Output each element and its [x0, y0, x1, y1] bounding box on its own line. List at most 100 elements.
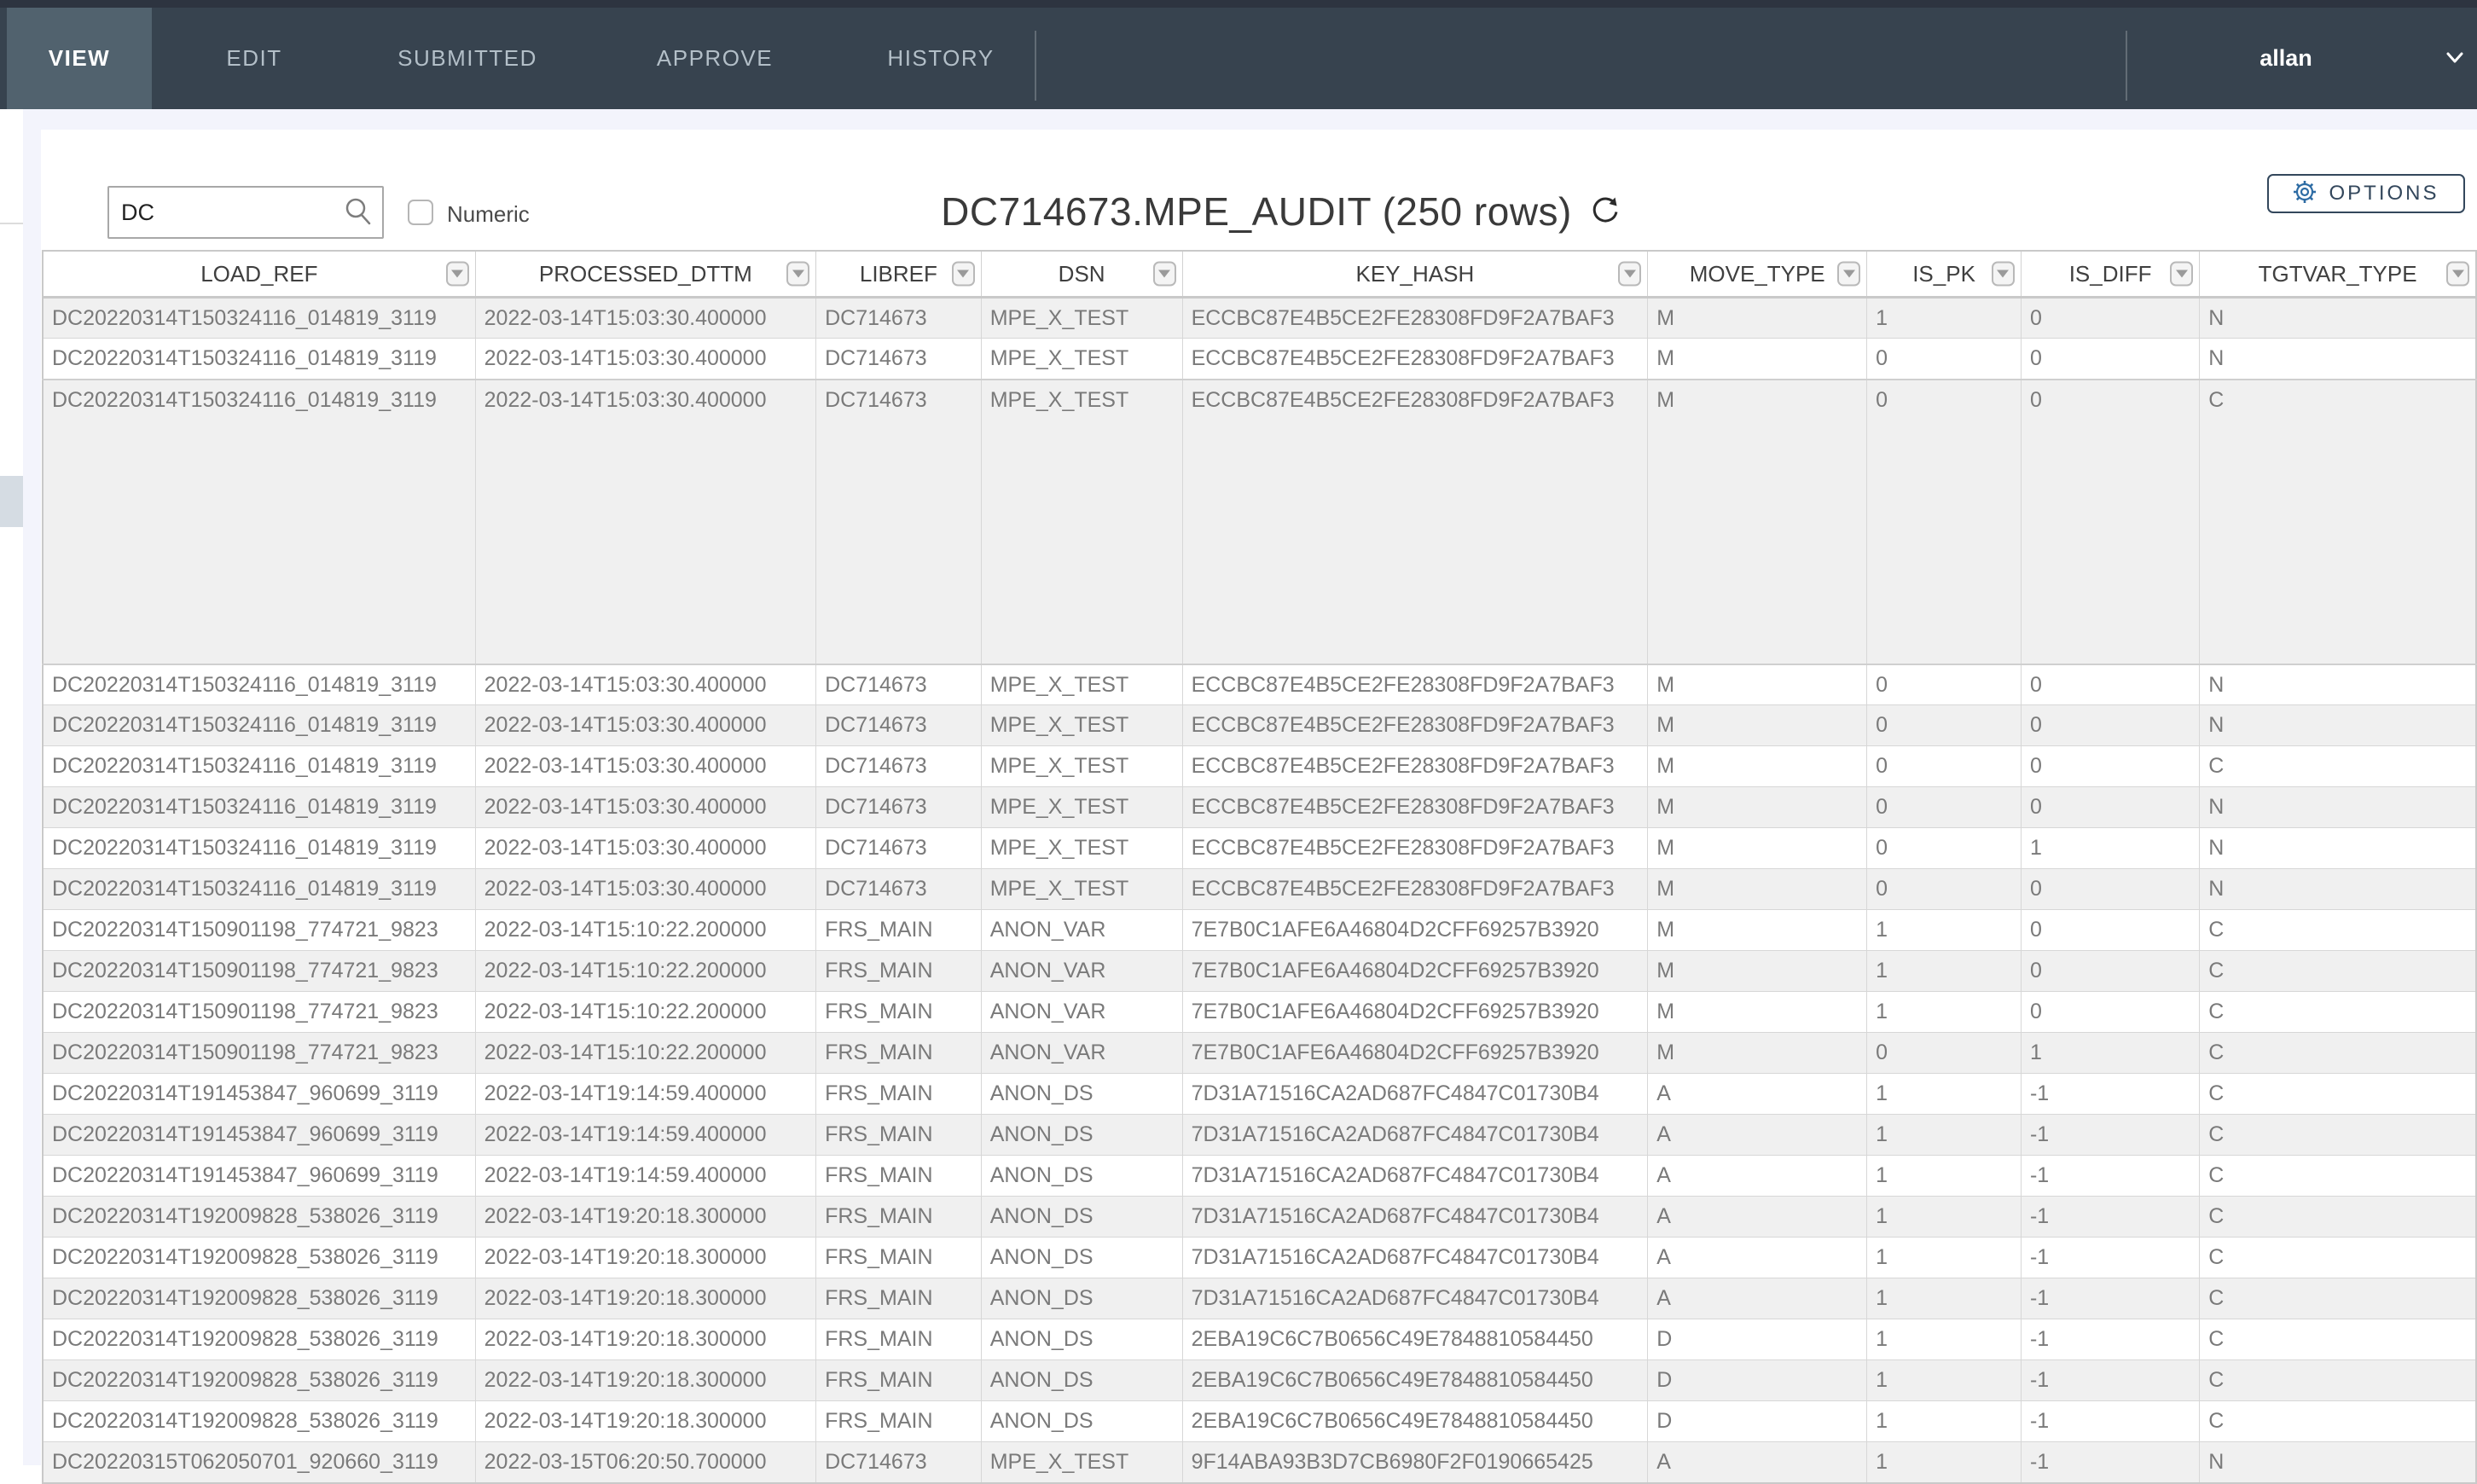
table-cell[interactable]: 0 [1867, 1033, 2022, 1074]
table-cell[interactable]: FRS_MAIN [816, 1156, 982, 1197]
table-cell[interactable]: ANON_VAR [981, 1033, 1182, 1074]
table-cell[interactable]: 0 [2021, 298, 2199, 339]
nav-tab-submitted[interactable]: SUBMITTED [374, 8, 561, 109]
nav-tab-approve[interactable]: APPROVE [617, 8, 813, 109]
table-cell[interactable]: N [2200, 1442, 2476, 1483]
table-cell[interactable]: 1 [1867, 1238, 2022, 1278]
table-cell[interactable]: MPE_X_TEST [981, 869, 1182, 910]
table-cell[interactable]: 7D31A71516CA2AD687FC4847C01730B4 [1182, 1156, 1648, 1197]
table-cell[interactable]: N [2200, 664, 2476, 705]
table-cell[interactable]: C [2200, 992, 2476, 1033]
table-cell[interactable]: MPE_X_TEST [981, 705, 1182, 746]
filter-button[interactable] [786, 262, 809, 287]
table-cell[interactable]: 1 [1867, 1115, 2022, 1156]
filter-button[interactable] [1618, 262, 1641, 287]
table-cell[interactable]: FRS_MAIN [816, 1033, 982, 1074]
table-cell[interactable]: 0 [2021, 664, 2199, 705]
table-cell[interactable]: C [2200, 1278, 2476, 1319]
table-cell[interactable]: ECCBC87E4B5CE2FE28308FD9F2A7BAF3 [1182, 339, 1648, 380]
table-cell[interactable]: ANON_DS [981, 1238, 1182, 1278]
table-cell[interactable]: DC20220314T192009828_538026_3119 [43, 1319, 475, 1360]
table-cell[interactable]: 0 [1867, 339, 2022, 380]
table-cell[interactable]: FRS_MAIN [816, 1115, 982, 1156]
table-cell[interactable]: -1 [2021, 1197, 2199, 1238]
table-cell[interactable]: A [1648, 1442, 1867, 1483]
filter-button[interactable] [1153, 262, 1176, 287]
column-header-key_hash[interactable]: KEY_HASH [1182, 251, 1648, 298]
table-cell[interactable]: DC714673 [816, 746, 982, 787]
table-cell[interactable]: C [2200, 1074, 2476, 1115]
table-cell[interactable]: 7E7B0C1AFE6A46804D2CFF69257B3920 [1182, 910, 1648, 951]
table-cell[interactable]: ECCBC87E4B5CE2FE28308FD9F2A7BAF3 [1182, 746, 1648, 787]
table-cell[interactable]: DC20220314T192009828_538026_3119 [43, 1360, 475, 1401]
table-cell[interactable]: 2022-03-14T15:03:30.400000 [475, 828, 815, 869]
table-cell[interactable]: ANON_DS [981, 1156, 1182, 1197]
table-cell[interactable]: 2022-03-14T15:03:30.400000 [475, 705, 815, 746]
table-cell[interactable]: MPE_X_TEST [981, 828, 1182, 869]
table-cell[interactable]: 1 [1867, 1197, 2022, 1238]
table-cell[interactable]: 2022-03-14T15:03:30.400000 [475, 869, 815, 910]
table-cell[interactable]: M [1648, 787, 1867, 828]
table-cell[interactable]: 0 [1867, 380, 2022, 664]
column-header-load_ref[interactable]: LOAD_REF [43, 251, 475, 298]
table-cell[interactable]: FRS_MAIN [816, 1401, 982, 1442]
table-cell[interactable]: DC20220314T150324116_014819_3119 [43, 298, 475, 339]
table-cell[interactable]: N [2200, 828, 2476, 869]
table-cell[interactable]: -1 [2021, 1074, 2199, 1115]
table-cell[interactable]: C [2200, 1197, 2476, 1238]
options-button[interactable]: OPTIONS [2267, 174, 2465, 213]
table-cell[interactable]: DC20220314T191453847_960699_3119 [43, 1156, 475, 1197]
table-cell[interactable]: M [1648, 951, 1867, 992]
table-cell[interactable]: 2EBA19C6C7B0656C49E7848810584450 [1182, 1319, 1648, 1360]
table-cell[interactable]: 2022-03-14T19:20:18.300000 [475, 1238, 815, 1278]
table-cell[interactable]: A [1648, 1156, 1867, 1197]
table-cell[interactable]: FRS_MAIN [816, 992, 982, 1033]
table-cell[interactable]: 0 [2021, 339, 2199, 380]
table-cell[interactable]: 2022-03-14T19:14:59.400000 [475, 1074, 815, 1115]
table-cell[interactable]: -1 [2021, 1278, 2199, 1319]
table-cell[interactable]: MPE_X_TEST [981, 380, 1182, 664]
table-cell[interactable]: D [1648, 1319, 1867, 1360]
table-cell[interactable]: FRS_MAIN [816, 910, 982, 951]
table-cell[interactable]: ANON_VAR [981, 951, 1182, 992]
table-cell[interactable]: C [2200, 1033, 2476, 1074]
table-cell[interactable]: 0 [1867, 746, 2022, 787]
table-cell[interactable]: MPE_X_TEST [981, 664, 1182, 705]
table-cell[interactable]: 0 [2021, 992, 2199, 1033]
table-cell[interactable]: DC20220314T192009828_538026_3119 [43, 1401, 475, 1442]
table-cell[interactable]: 0 [2021, 869, 2199, 910]
table-cell[interactable]: M [1648, 380, 1867, 664]
table-cell[interactable]: DC20220314T150324116_014819_3119 [43, 828, 475, 869]
table-cell[interactable]: 0 [2021, 746, 2199, 787]
table-cell[interactable]: 2022-03-14T15:10:22.200000 [475, 910, 815, 951]
table-cell[interactable]: FRS_MAIN [816, 1278, 982, 1319]
table-cell[interactable]: -1 [2021, 1319, 2199, 1360]
table-cell[interactable]: DC20220315T062050701_920660_3119 [43, 1442, 475, 1483]
column-header-is_pk[interactable]: IS_PK [1867, 251, 2022, 298]
table-cell[interactable]: 2022-03-14T19:20:18.300000 [475, 1360, 815, 1401]
table-cell[interactable]: 7E7B0C1AFE6A46804D2CFF69257B3920 [1182, 1033, 1648, 1074]
table-cell[interactable]: DC20220314T150324116_014819_3119 [43, 664, 475, 705]
refresh-button[interactable] [1589, 195, 1621, 228]
table-cell[interactable]: M [1648, 828, 1867, 869]
table-cell[interactable]: 9F14ABA93B3D7CB6980F2F0190665425 [1182, 1442, 1648, 1483]
table-cell[interactable]: DC714673 [816, 1442, 982, 1483]
table-cell[interactable]: D [1648, 1401, 1867, 1442]
table-cell[interactable]: FRS_MAIN [816, 1197, 982, 1238]
table-cell[interactable]: 2022-03-14T15:03:30.400000 [475, 664, 815, 705]
table-cell[interactable]: 2022-03-14T15:10:22.200000 [475, 951, 815, 992]
filter-button[interactable] [1992, 262, 2015, 287]
table-cell[interactable]: 0 [1867, 664, 2022, 705]
table-cell[interactable]: 1 [1867, 1442, 2022, 1483]
table-cell[interactable]: 2022-03-14T19:20:18.300000 [475, 1197, 815, 1238]
table-cell[interactable]: MPE_X_TEST [981, 298, 1182, 339]
table-cell[interactable]: DC20220314T150324116_014819_3119 [43, 339, 475, 380]
table-cell[interactable]: C [2200, 746, 2476, 787]
table-cell[interactable]: 0 [1867, 787, 2022, 828]
table-cell[interactable]: 7E7B0C1AFE6A46804D2CFF69257B3920 [1182, 951, 1648, 992]
table-cell[interactable]: 2022-03-15T06:20:50.700000 [475, 1442, 815, 1483]
table-cell[interactable]: MPE_X_TEST [981, 1442, 1182, 1483]
table-cell[interactable]: 1 [1867, 1319, 2022, 1360]
column-header-dsn[interactable]: DSN [981, 251, 1182, 298]
table-cell[interactable]: A [1648, 1074, 1867, 1115]
